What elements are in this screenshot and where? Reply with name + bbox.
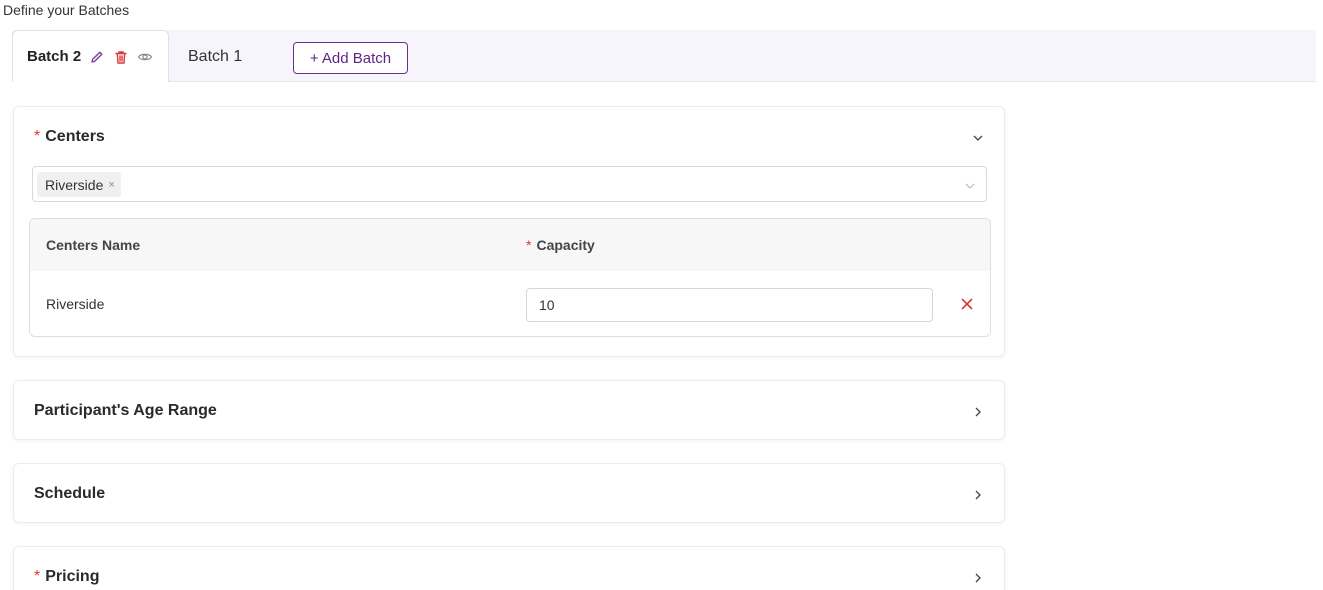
tab-batch-2[interactable]: Batch 2 (12, 30, 169, 82)
required-mark: * (34, 568, 41, 585)
chevron-down-icon[interactable] (972, 131, 984, 143)
capacity-input[interactable] (526, 288, 933, 322)
tab-batch-1[interactable]: Batch 1 (188, 48, 242, 66)
table-header: Centers Name * Capacity (30, 219, 990, 271)
select-chevron-down-icon[interactable] (964, 179, 976, 191)
eye-icon[interactable] (137, 49, 153, 65)
center-tag-label: Riverside (45, 176, 104, 193)
center-tag: Riverside × (37, 172, 121, 197)
capacity-label: Capacity (536, 237, 595, 253)
centers-table: Centers Name * Capacity Riverside (29, 218, 991, 337)
center-name-cell: Riverside (46, 296, 105, 312)
age-range-section[interactable]: Participant's Age Range (13, 380, 1005, 440)
pricing-header: * Pricing (34, 568, 99, 586)
tag-close-icon[interactable]: × (108, 179, 114, 191)
trash-icon[interactable] (113, 49, 129, 65)
centers-title: Centers (45, 128, 105, 145)
schedule-title: Schedule (34, 485, 106, 502)
remove-row-icon[interactable] (959, 296, 975, 312)
batch-tabbar: Batch 2 Batch 1 + Add Batch (12, 30, 1316, 82)
centers-header[interactable]: * Centers (34, 128, 105, 146)
required-mark: * (526, 237, 532, 253)
schedule-section[interactable]: Schedule (13, 463, 1005, 523)
column-header-capacity: * Capacity (526, 237, 595, 253)
centers-select[interactable]: Riverside × (32, 166, 987, 202)
chevron-right-icon[interactable] (972, 571, 984, 583)
pricing-section[interactable]: * Pricing (13, 546, 1005, 590)
chevron-right-icon[interactable] (972, 488, 984, 500)
age-range-title: Participant's Age Range (34, 402, 217, 419)
chevron-right-icon[interactable] (972, 405, 984, 417)
tab-label: Batch 2 (27, 48, 82, 65)
add-batch-button[interactable]: + Add Batch (293, 42, 408, 74)
required-mark: * (34, 128, 41, 145)
edit-icon[interactable] (89, 49, 105, 65)
centers-section: * Centers Riverside × Centers Name * Capac… (13, 106, 1005, 357)
page-title: Define your Batches (3, 2, 130, 18)
column-header-centers-name: Centers Name (46, 237, 141, 253)
pricing-title: Pricing (45, 568, 100, 585)
table-row: Riverside (30, 271, 990, 336)
